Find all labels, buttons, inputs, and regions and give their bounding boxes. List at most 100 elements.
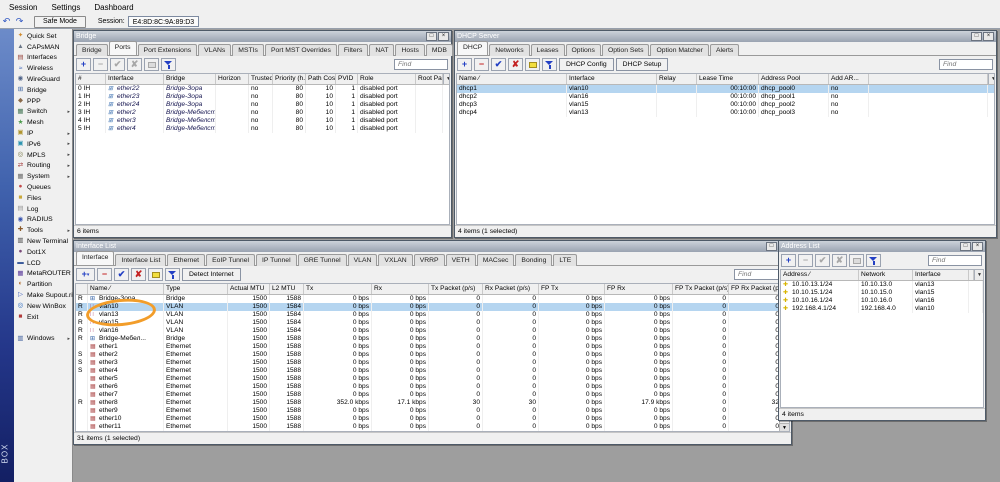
comment-button[interactable] — [148, 268, 163, 281]
column-select-button[interactable]: ▼ — [974, 270, 984, 280]
tab-networks[interactable]: Networks — [489, 44, 529, 56]
tab-leases[interactable]: Leases — [531, 44, 565, 56]
close-button[interactable]: × — [438, 32, 449, 41]
tab-dhcp[interactable]: DHCP — [457, 41, 488, 55]
column-header-flags[interactable] — [869, 74, 988, 84]
tab-interface-list[interactable]: Interface List — [115, 254, 166, 266]
enable-button[interactable]: ✔ — [815, 254, 830, 267]
dhcp-config-button[interactable]: DHCP Config — [559, 58, 614, 71]
tab-mstis[interactable]: MSTIs — [232, 44, 264, 56]
column-header-lease-time[interactable]: Lease Time — [697, 74, 759, 84]
sidebar-item-lcd[interactable]: ▬LCD — [14, 258, 72, 269]
menu-dashboard[interactable]: Dashboard — [87, 1, 140, 14]
tab-eoip-tunnel[interactable]: EoIP Tunnel — [206, 254, 255, 266]
table-row[interactable]: R∷vlan10VLAN150015840 bps0 bps000 bps0 b… — [76, 303, 789, 311]
dhcp-setup-button[interactable]: DHCP Setup — [616, 58, 669, 71]
column-header-root-pat[interactable]: Root Pat... — [416, 74, 443, 84]
tab-ports[interactable]: Ports — [109, 41, 137, 55]
table-row[interactable]: R∷vlan13VLAN150015840 bps0 bps000 bps0 b… — [76, 311, 789, 319]
redo-icon[interactable]: ↷ — [13, 16, 26, 27]
sidebar-item-partition[interactable]: ◐Partition — [14, 279, 72, 290]
table-row[interactable]: ▦ether7Ethernet150015880 bps0 bps000 bps… — [76, 391, 789, 399]
table-row[interactable]: ▦ether11Ethernet150015880 bps0 bps000 bp… — [76, 423, 789, 431]
column-header-path-cost[interactable]: Path Cost — [306, 74, 336, 84]
sidebar-item-ipv6[interactable]: ▣IPv6▸ — [14, 139, 72, 150]
column-header-add-ar[interactable]: Add AR... — [829, 74, 869, 84]
column-header-interface[interactable]: Interface — [567, 74, 657, 84]
dhcp-titlebar[interactable]: DHCP Server □ × — [455, 31, 996, 42]
find-input[interactable] — [939, 59, 993, 70]
menu-session[interactable]: Session — [2, 1, 44, 14]
filter-button[interactable] — [542, 58, 557, 71]
comment-button[interactable] — [849, 254, 864, 267]
enable-button[interactable]: ✔ — [114, 268, 129, 281]
sidebar-item-capsman[interactable]: ▲CAPsMAN — [14, 42, 72, 53]
enable-button[interactable]: ✔ — [491, 58, 506, 71]
sidebar-item-mesh[interactable]: ★Mesh — [14, 117, 72, 128]
find-input[interactable] — [928, 255, 982, 266]
session-value[interactable]: E4:8D:8C:9A:89:D3 — [128, 16, 199, 27]
table-row[interactable]: R∷vlan15VLAN150015840 bps0 bps000 bps0 b… — [76, 319, 789, 327]
table-row[interactable]: ✚10.10.13.1/2410.10.13.0vlan13 — [781, 281, 983, 289]
sidebar-item-bridge[interactable]: ⊞Bridge — [14, 85, 72, 96]
column-header-trusted[interactable]: Trusted — [249, 74, 273, 84]
tab-lte[interactable]: LTE — [553, 254, 577, 266]
sidebar-item-quick-set[interactable]: ✦Quick Set — [14, 31, 72, 42]
sidebar-item-dot1x[interactable]: ●Dot1X — [14, 247, 72, 258]
column-header-actual-mtu[interactable]: Actual MTU — [228, 284, 270, 294]
tab-option-matcher[interactable]: Option Matcher — [650, 44, 708, 56]
detect-internet-button[interactable]: Detect Internet — [182, 268, 241, 281]
table-row[interactable]: 0 IH⊞ether22Bridge-Зораno80101disabled p… — [76, 85, 449, 93]
sidebar-item-ip[interactable]: ▣IP▸ — [14, 128, 72, 139]
find-input[interactable] — [394, 59, 448, 70]
sidebar-item-log[interactable]: ▤Log — [14, 204, 72, 215]
table-row[interactable]: dhcp3vlan1500:10:00dhcp_pool2no — [457, 101, 994, 109]
tab-vlans[interactable]: VLANs — [198, 44, 231, 56]
sidebar-item-exit[interactable]: ■Exit — [14, 312, 72, 323]
sidebar-item-new-terminal[interactable]: ▥New Terminal — [14, 236, 72, 247]
tab-hosts[interactable]: Hosts — [395, 44, 424, 56]
table-row[interactable]: R▦ether8Ethernet15001588352.0 kbps17.1 k… — [76, 399, 789, 407]
sidebar-item-queues[interactable]: ●Queues — [14, 182, 72, 193]
column-header-role[interactable]: Role — [358, 74, 416, 84]
tab-nat[interactable]: NAT — [369, 44, 394, 56]
column-header-fp-tx[interactable]: FP Tx — [539, 284, 605, 294]
add-button[interactable]: + — [76, 58, 91, 71]
column-header-rx[interactable]: Rx — [372, 284, 429, 294]
tab-options[interactable]: Options — [566, 44, 601, 56]
tab-bridge[interactable]: Bridge — [76, 44, 108, 56]
sidebar-item-system[interactable]: ▦System▸ — [14, 171, 72, 182]
tab-gre-tunnel[interactable]: GRE Tunnel — [298, 254, 347, 266]
restore-button[interactable]: □ — [766, 242, 777, 251]
sidebar-item-windows[interactable]: ▥Windows▸ — [14, 334, 72, 345]
tab-interface[interactable]: Interface — [76, 251, 114, 265]
comment-button[interactable] — [144, 58, 159, 71]
remove-button[interactable]: − — [93, 58, 108, 71]
table-row[interactable]: S▦ether3Ethernet150015880 bps0 bps000 bp… — [76, 359, 789, 367]
column-header-l2-mtu[interactable]: L2 MTU — [270, 284, 304, 294]
table-row[interactable]: 4 IH⊞ether3Bridge-Мебелстилno80101disabl… — [76, 117, 449, 125]
column-header-name[interactable]: Name ⁄ — [88, 284, 164, 294]
table-row[interactable]: R⊞Bridge-Мебел...Bridge150015880 bps0 bp… — [76, 335, 789, 343]
sidebar-item-switch[interactable]: ▦Switch▸ — [14, 107, 72, 118]
tab-ip-tunnel[interactable]: IP Tunnel — [256, 254, 297, 266]
column-header-type[interactable]: Type — [164, 284, 228, 294]
scroll-down-icon[interactable]: ▼ — [780, 423, 789, 431]
tab-mdb[interactable]: MDB — [426, 44, 453, 56]
table-row[interactable]: R∷vlan16VLAN150015840 bps0 bps000 bps0 b… — [76, 327, 789, 335]
enable-button[interactable]: ✔ — [110, 58, 125, 71]
tab-bonding[interactable]: Bonding — [515, 254, 552, 266]
table-row[interactable]: ✚10.10.15.1/2410.10.15.0vlan15 — [781, 289, 983, 297]
tab-alerts[interactable]: Alerts — [710, 44, 739, 56]
sidebar-item-radius[interactable]: ◉RADIUS — [14, 215, 72, 226]
restore-button[interactable]: □ — [971, 32, 982, 41]
disable-button[interactable]: ✘ — [832, 254, 847, 267]
column-header-address[interactable]: Address ⁄ — [781, 270, 859, 280]
tab-vxlan[interactable]: VXLAN — [378, 254, 412, 266]
tab-macsec[interactable]: MACsec — [477, 254, 515, 266]
table-row[interactable]: 3 IH⊞ether2Bridge-Мебелстилno80101disabl… — [76, 109, 449, 117]
comment-button[interactable] — [525, 58, 540, 71]
column-header-fp-rx[interactable]: FP Rx — [605, 284, 673, 294]
disable-button[interactable]: ✘ — [508, 58, 523, 71]
sidebar-item-routing[interactable]: ⇄Routing▸ — [14, 161, 72, 172]
